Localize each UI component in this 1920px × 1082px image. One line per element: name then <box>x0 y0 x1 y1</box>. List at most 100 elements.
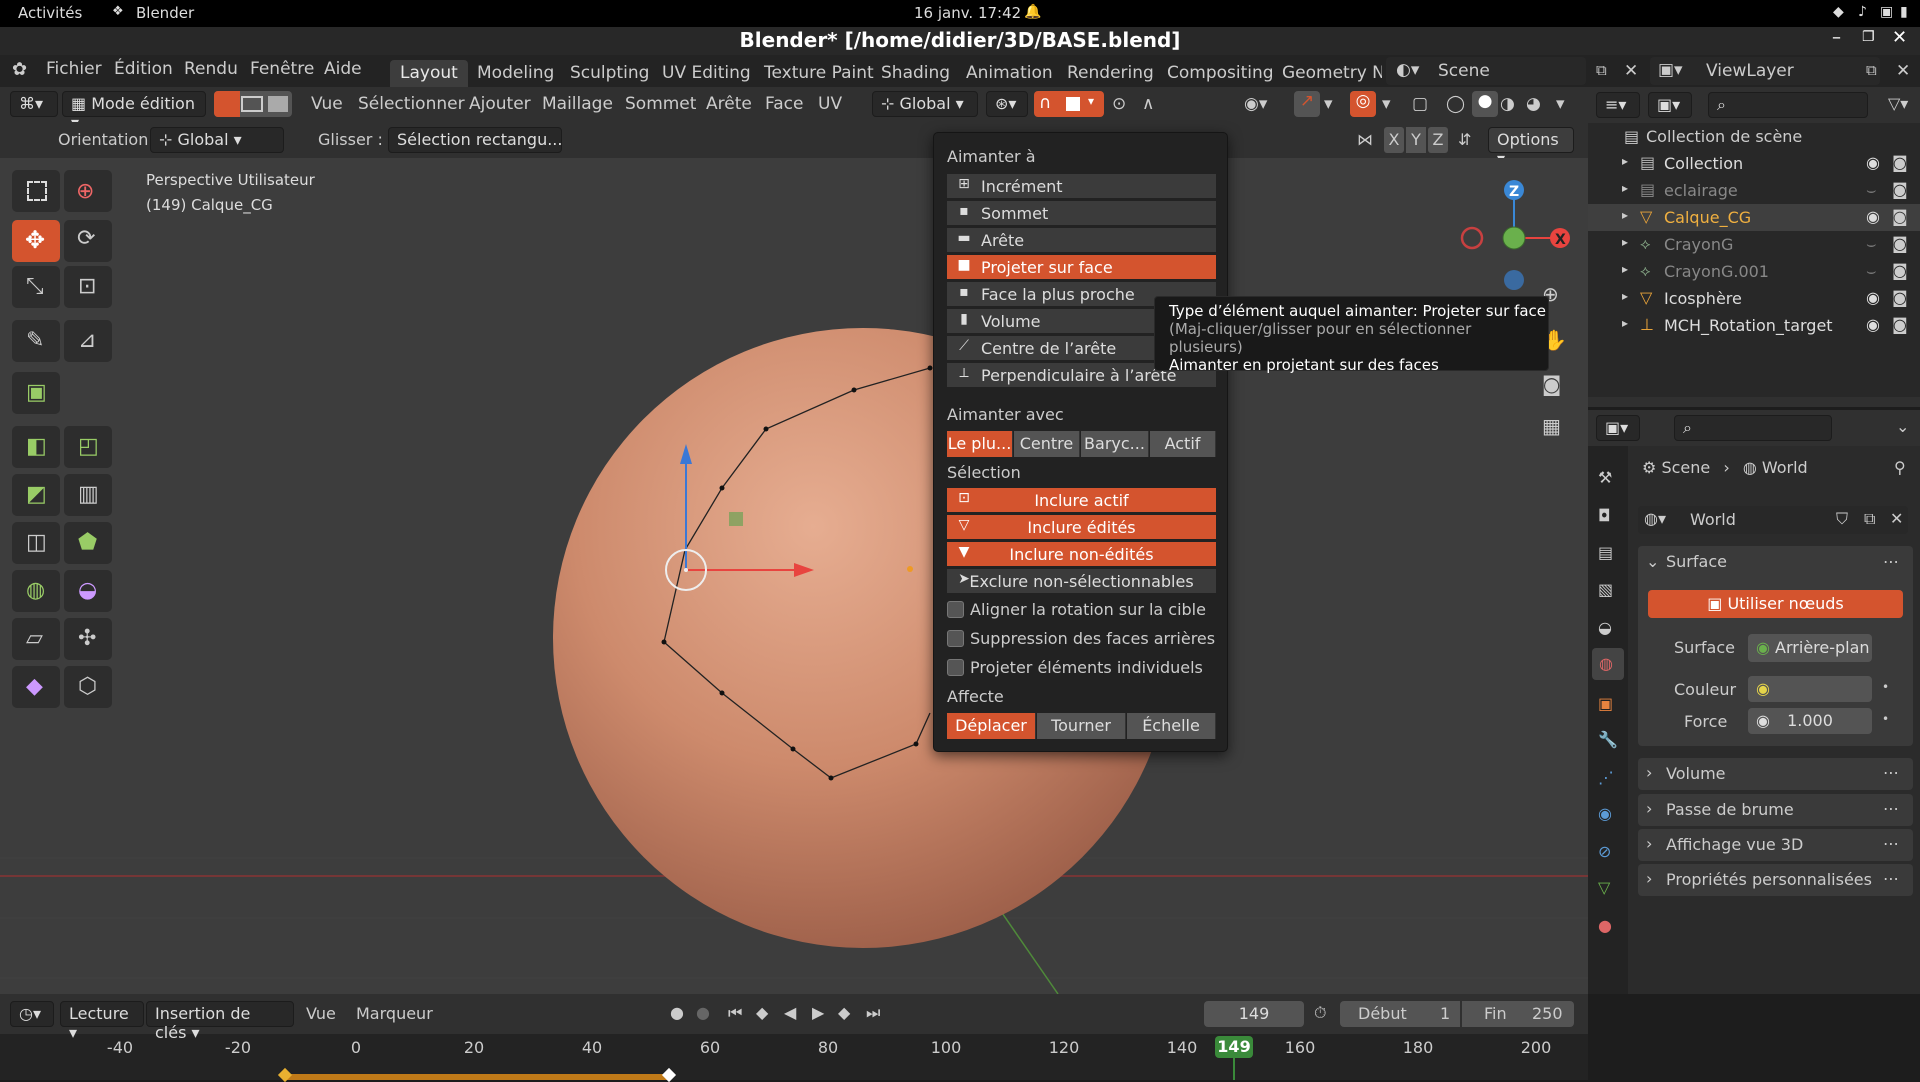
overlay-icon[interactable]: ◎ <box>1350 91 1376 117</box>
lock-icon[interactable]: ▣ <box>1880 4 1893 20</box>
menu-mesh[interactable]: Maillage <box>542 94 613 114</box>
snap-target-item[interactable]: ⊞ Incrément <box>947 174 1216 199</box>
wifi-icon[interactable]: ◆ <box>1833 4 1844 20</box>
menu-vertex[interactable]: Sommet <box>625 94 696 114</box>
expand-chevron-icon[interactable]: ▸ <box>1622 208 1628 222</box>
modifier-tab-icon[interactable]: 🔧 <box>1598 730 1618 749</box>
outliner-row[interactable]: ▸ ▤ Collection ◉ ◙ <box>1588 150 1920 177</box>
chevron-down-icon[interactable]: ⌄ <box>1646 552 1659 571</box>
expand-chevron-icon[interactable]: ▸ <box>1622 262 1628 276</box>
keyframe-dot-icon[interactable]: • <box>1882 680 1889 694</box>
playback-dropdown[interactable]: Lecture ▾ <box>60 1001 144 1042</box>
viewlayer-selector[interactable]: ▣▾ ViewLayer <box>1650 57 1880 85</box>
snap-with-option[interactable]: Actif <box>1150 431 1216 457</box>
outliner-root[interactable]: ▤ Collection de scène <box>1588 123 1920 150</box>
maximize-icon[interactable]: ❐ <box>1862 29 1875 45</box>
clock[interactable]: 16 janv. 17:42 <box>914 4 1021 22</box>
tool-tab-icon[interactable]: ⚒ <box>1598 468 1612 487</box>
stopwatch-icon[interactable]: ⏱ <box>1314 1003 1326 1023</box>
start-frame-field[interactable]: Début 1 <box>1340 1001 1460 1027</box>
timeline-view-menu[interactable]: Vue <box>306 1004 336 1023</box>
extrude-tool[interactable]: ◧ <box>12 426 60 468</box>
edge-select-icon[interactable] <box>241 96 263 112</box>
mode-dropdown[interactable]: ▦ Mode édition ▾ <box>62 91 206 132</box>
outliner-row[interactable]: ▸ ▤ eclairage ⌣ ◙ <box>1588 177 1920 204</box>
snap-with-option[interactable]: Baryc... <box>1081 431 1149 457</box>
selection-option[interactable]: ▼ Inclure non-édités <box>947 542 1216 567</box>
color-field[interactable]: ◉ <box>1748 676 1872 702</box>
gizmo-dropdown[interactable]: ▾ <box>1324 94 1333 114</box>
snap-toggle-button[interactable]: ∩ ▾ <box>1034 91 1104 117</box>
output-tab-icon[interactable]: ▤ <box>1598 543 1613 562</box>
view-layer-tab-icon[interactable]: ▧ <box>1598 580 1613 599</box>
outliner-row[interactable]: ▸ ▽ Calque_CG ◉ ◙ <box>1588 204 1920 231</box>
end-frame-field[interactable]: Fin 250 <box>1462 1001 1574 1027</box>
next-keyframe-icon[interactable]: ◆ <box>838 1003 850 1022</box>
expand-chevron-icon[interactable]: ▸ <box>1622 235 1628 249</box>
shading-dropdown[interactable]: ▾ <box>1556 94 1565 114</box>
cursor-tool[interactable]: ⊕ <box>64 170 112 212</box>
affect-option[interactable]: Échelle <box>1127 713 1216 739</box>
render-camera-icon[interactable]: ◙ <box>1892 153 1908 172</box>
visibility-eye-icon[interactable]: ⌣ <box>1866 261 1877 281</box>
render-camera-icon[interactable]: ◙ <box>1892 261 1908 280</box>
rotate-tool[interactable]: ⟳ <box>64 220 112 262</box>
material-shading-icon[interactable]: ◑ <box>1500 94 1515 114</box>
visibility-eye-icon[interactable]: ◉ <box>1866 207 1880 226</box>
solid-shading-icon[interactable]: ● <box>1472 91 1498 117</box>
tab-geometry-nodes[interactable]: Geometry Nc <box>1272 60 1382 87</box>
new-viewlayer-icon[interactable]: ⧉ <box>1866 61 1877 79</box>
loop-cut-tool[interactable]: ▥ <box>64 474 112 516</box>
expand-chevron-icon[interactable]: ▸ <box>1622 181 1628 195</box>
outliner-search-input[interactable]: ⌕ <box>1708 92 1868 118</box>
play-reverse-icon[interactable]: ◀ <box>784 1003 796 1022</box>
snap-target-item[interactable]: ▪ Sommet <box>947 201 1216 226</box>
unlink-icon[interactable]: ✕ <box>1890 509 1903 528</box>
timeline-editor-type[interactable]: ◷▾ <box>10 1001 54 1027</box>
affect-option[interactable]: Déplacer <box>947 713 1036 739</box>
drag-handle-icon[interactable]: ⋯ <box>1883 552 1899 571</box>
tab-modeling[interactable]: Modeling <box>467 60 564 87</box>
render-camera-icon[interactable]: ◙ <box>1892 207 1908 226</box>
menu-edit[interactable]: Édition <box>114 59 173 79</box>
mirror-icon[interactable]: ⋈ <box>1357 130 1373 149</box>
options-dropdown[interactable]: Options ▾ <box>1488 127 1574 168</box>
transform-tool[interactable]: ⊡ <box>64 266 112 308</box>
visibility-eye-icon[interactable]: ⌣ <box>1866 234 1877 254</box>
expand-chevron-icon[interactable]: ▸ <box>1622 316 1628 330</box>
volume-panel[interactable]: › Volume ⋯ <box>1638 758 1913 790</box>
menu-uv[interactable]: UV <box>818 94 842 114</box>
object-tab-icon[interactable]: ▣ <box>1598 694 1613 713</box>
timeline-marker-menu[interactable]: Marqueur <box>356 1004 433 1023</box>
outliner-row[interactable]: ▸ ▽ Icosphère ◉ ◙ <box>1588 285 1920 312</box>
duplicate-icon[interactable]: ⧉ <box>1864 509 1875 529</box>
tab-texture-paint[interactable]: Texture Paint <box>754 60 884 87</box>
snap-with-option[interactable]: Le plu... <box>947 431 1013 457</box>
measure-tool[interactable]: ⊿ <box>64 320 112 362</box>
viewport-display-panel[interactable]: › Affichage vue 3D ⋯ <box>1638 829 1913 861</box>
world-datablock[interactable]: ◍▾ World ⛉ ⧉ ✕ <box>1638 506 1908 534</box>
menu-add[interactable]: Ajouter <box>469 94 531 114</box>
selection-option[interactable]: ➤ Exclure non-sélectionnables <box>947 569 1216 594</box>
face-select-icon[interactable] <box>268 96 288 112</box>
outliner-editor-type[interactable]: ≡▾ <box>1596 92 1640 118</box>
visibility-eye-icon[interactable]: ◉ <box>1866 288 1880 307</box>
visibility-icon[interactable]: ◉▾ <box>1244 94 1267 114</box>
affect-option[interactable]: Tourner <box>1037 713 1126 739</box>
delete-scene-icon[interactable]: ✕ <box>1624 61 1638 81</box>
app-menu[interactable]: Blender <box>136 4 194 22</box>
proportional-edit-icon[interactable]: ⊙ <box>1112 94 1126 114</box>
tab-shading[interactable]: Shading <box>871 60 960 87</box>
scale-tool[interactable]: ⤡ <box>12 266 60 308</box>
3d-viewport[interactable]: Z X Perspective Utilisateur (149) Calque… <box>0 158 1588 994</box>
auto-keying-icon[interactable]: ● <box>696 1003 710 1022</box>
shrink-fatten-tool[interactable]: ✣ <box>64 618 112 660</box>
project-individual-checkbox[interactable]: Projeter éléments individuels <box>947 658 1203 677</box>
editor-type-dropdown[interactable]: ⌘▾ <box>10 91 58 117</box>
drag-dropdown[interactable]: Sélection rectangu... <box>388 127 562 153</box>
snap-target-item[interactable]: ■ Projeter sur face <box>947 255 1216 280</box>
outliner-row[interactable]: ▸ ⊥ MCH_Rotation_target ◉ ◙ <box>1588 312 1920 339</box>
mirror-x-toggle[interactable]: X <box>1384 127 1404 153</box>
bevel-tool[interactable]: ◩ <box>12 474 60 516</box>
snap-target-item[interactable]: ▬ Arête <box>947 228 1216 253</box>
